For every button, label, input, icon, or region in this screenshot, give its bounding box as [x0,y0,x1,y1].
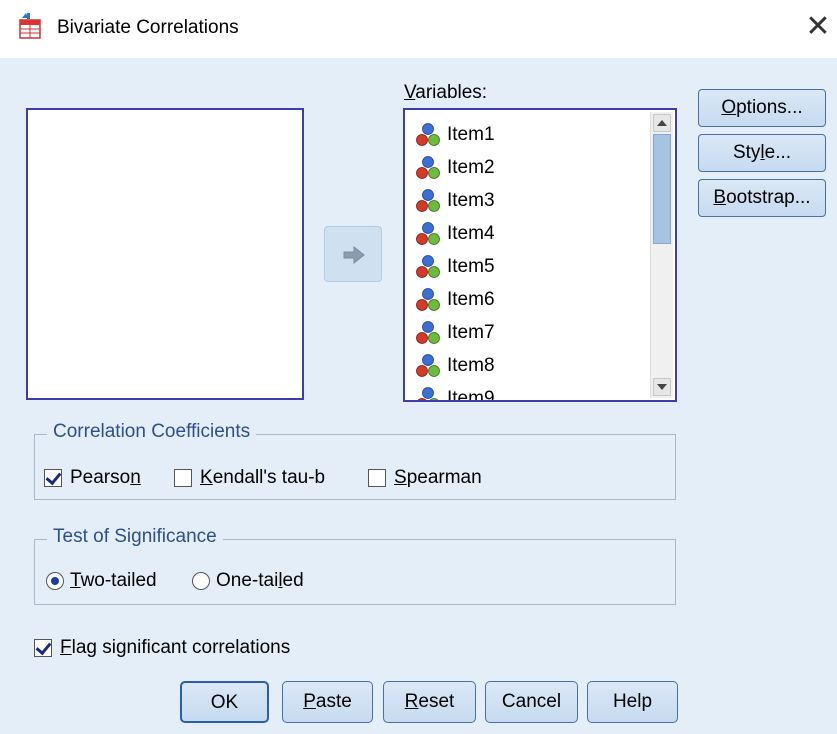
scale-variable-icon [415,155,441,181]
bootstrap-button[interactable]: Bootstrap... [698,179,826,217]
variable-name: Item6 [447,288,495,310]
scale-variable-icon [415,188,441,214]
flag-label: Flag significant correlations [60,637,291,658]
flag-check-icon[interactable] [34,639,52,657]
spearman-label: Spearman [394,467,482,488]
correlation-coefficients-title: Correlation Coefficients [47,421,257,443]
options-button[interactable]: Options... [698,89,826,127]
variable-list-item[interactable]: Item5 [415,250,495,283]
variable-list-item[interactable]: Item4 [415,217,495,250]
window-title: Bivariate Correlations [57,17,239,38]
kendall-checkbox[interactable]: Kendall's tau-b [174,467,325,489]
variables-list[interactable]: Item9 Item8 Item7 Item6 Item5 Item4 Item3 Item2… [403,108,677,402]
app-icon [19,13,41,39]
ok-button[interactable]: OK [180,681,269,723]
kendall-label: Kendall's tau-b [200,467,326,488]
scale-variable-icon [415,320,441,346]
variable-name: Item3 [447,189,495,211]
pearson-label: Pearson [70,467,141,488]
close-button[interactable]: ✕ [801,10,835,44]
variable-list-item[interactable]: Item6 [415,283,495,316]
variable-name: Item4 [447,222,495,244]
move-right-arrow-icon [343,245,365,265]
two-tailed-radio[interactable]: Two-tailed [46,570,157,592]
kendall-check-icon[interactable] [174,469,192,487]
scale-variable-icon [415,221,441,247]
scale-variable-icon [415,353,441,379]
help-button[interactable]: Help [587,681,678,723]
scroll-down-icon[interactable] [653,378,671,396]
scroll-up-icon[interactable] [653,114,671,132]
spearman-checkbox[interactable]: Spearman [368,467,482,489]
title-bar: Bivariate Correlations ✕ [0,0,837,58]
one-tailed-radio-icon[interactable] [192,572,210,590]
variable-name: Item7 [447,321,495,343]
scale-variable-icon [415,287,441,313]
scroll-thumb[interactable] [653,134,671,244]
variable-list-item[interactable]: Item1 [415,118,495,151]
variable-list-item[interactable]: Item7 [415,316,495,349]
close-icon: ✕ [805,10,831,43]
scale-variable-icon [415,254,441,280]
variable-name: Item1 [447,123,495,145]
two-tailed-radio-icon[interactable] [46,572,64,590]
flag-significant-checkbox[interactable]: Flag significant correlations [34,637,290,659]
style-button[interactable]: Style... [698,134,826,172]
source-variable-list[interactable] [26,108,304,400]
variable-list-item[interactable]: Item3 [415,184,495,217]
variable-list-item[interactable]: Item2 [415,151,495,184]
scale-variable-icon [415,122,441,148]
move-to-variables-button[interactable] [324,226,382,282]
variable-name: Item5 [447,255,495,277]
variables-scrollbar[interactable] [650,112,673,398]
variable-list-item[interactable]: Item9 [415,382,495,402]
pearson-check-icon[interactable] [44,469,62,487]
pearson-checkbox[interactable]: Pearson [44,467,141,489]
test-of-significance-title: Test of Significance [47,526,223,548]
two-tailed-label: Two-tailed [70,570,157,591]
one-tailed-radio[interactable]: One-tailed [192,570,304,592]
variable-name: Item9 [447,387,495,402]
cancel-button[interactable]: Cancel [485,681,578,723]
scale-variable-icon [415,386,441,400]
variable-name: Item8 [447,354,495,376]
reset-button[interactable]: Reset [383,681,476,723]
paste-button[interactable]: Paste [282,681,373,723]
variables-label: Variables: [404,82,488,103]
one-tailed-label: One-tailed [216,570,304,591]
variable-list-item[interactable]: Item8 [415,349,495,382]
spearman-check-icon[interactable] [368,469,386,487]
variable-name: Item2 [447,156,495,178]
